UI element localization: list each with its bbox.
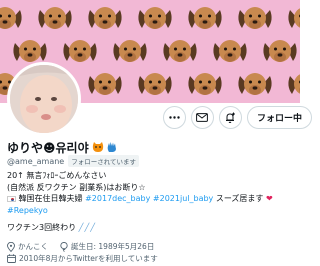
banner-dog-image [261,37,299,67]
banner-dog-image [86,4,124,34]
bio-line-3: 韓国在住日韓夫婦 #2017dec_baby #2021jul_baby スーズ… [7,193,295,205]
birthday-text: 誕生日: 1989年5月26日 [71,242,155,251]
mail-icon [196,113,209,122]
banner-dog-image [36,4,74,34]
hashtag-link[interactable]: #Repekyo [7,206,48,215]
banner-dog-image [286,70,300,100]
banner-dog-image [61,37,99,67]
banner-dog-image [236,70,274,100]
banner-dog-image [161,37,199,67]
flag-kr-icon [7,195,16,202]
bio-vaccine-text: ワクチン3回終わり [7,223,77,232]
hashtag-link[interactable]: #2017dec_baby [85,194,150,203]
location-text: かんこく [18,242,48,251]
profile-actions: フォロー中 [162,106,312,129]
avatar[interactable] [7,62,81,136]
bio-line-4: #Repekyo [7,205,295,217]
notifications-button[interactable] [218,106,242,129]
follows-you-badge: フォローされています [68,155,140,167]
message-button[interactable] [190,106,214,129]
banner-dog-image [286,4,300,34]
more-icon [169,116,180,119]
banner-dog-image [136,4,174,34]
more-button[interactable] [162,106,186,129]
display-name-row: ゆりや☻유리야 [7,139,117,156]
bio-suzu-text: スーズ居ます [215,194,264,203]
banner-dog-image [86,70,124,100]
location-pin-icon [7,241,15,252]
banner-dog-image [186,4,224,34]
hashtag-link[interactable]: #2021jul_baby [153,194,213,203]
hand-emoji-icon [107,142,117,153]
balloon-icon [60,241,68,252]
banner-dog-image [0,4,24,34]
handle-row: @ame_amane フォローされています [7,155,140,167]
bio-line-2: (自然派 反ワクチン 副業系)はお断り☆ [7,182,146,192]
banner-dog-image [111,37,149,67]
location-birthday-row: かんこく 誕生日: 1989年5月26日 [7,241,154,252]
banner-dog-image [186,70,224,100]
banner-dog-image [211,37,249,67]
bell-plus-icon [224,112,236,124]
bio-location-text: 韓国在住日韓夫婦 [18,194,83,203]
following-button[interactable]: フォロー中 [246,106,312,129]
handle: @ame_amane [7,156,65,166]
bio-line-1: 20↑ 無言ﾌｫﾛｰごめんなさい [7,171,107,180]
joined-text: 2010年8月からTwitterを利用しています [19,254,158,263]
heart-icon: ❤ [265,194,273,203]
bio: 20↑ 無言ﾌｫﾛｰごめんなさい (自然派 反ワクチン 副業系)はお断り☆ 韓国… [7,170,295,234]
bio-line-5: ワクチン3回終わり ╱╱╱ [7,222,295,234]
joined-row: 2010年8月からTwitterを利用しています [7,253,158,264]
banner-dog-image [136,70,174,100]
calendar-icon [7,254,16,263]
display-name: ゆりや☻유리야 [7,141,89,155]
syringe-icons: ╱╱╱ [78,223,97,232]
banner-dog-image [236,4,274,34]
cat-emoji-icon [92,142,104,153]
